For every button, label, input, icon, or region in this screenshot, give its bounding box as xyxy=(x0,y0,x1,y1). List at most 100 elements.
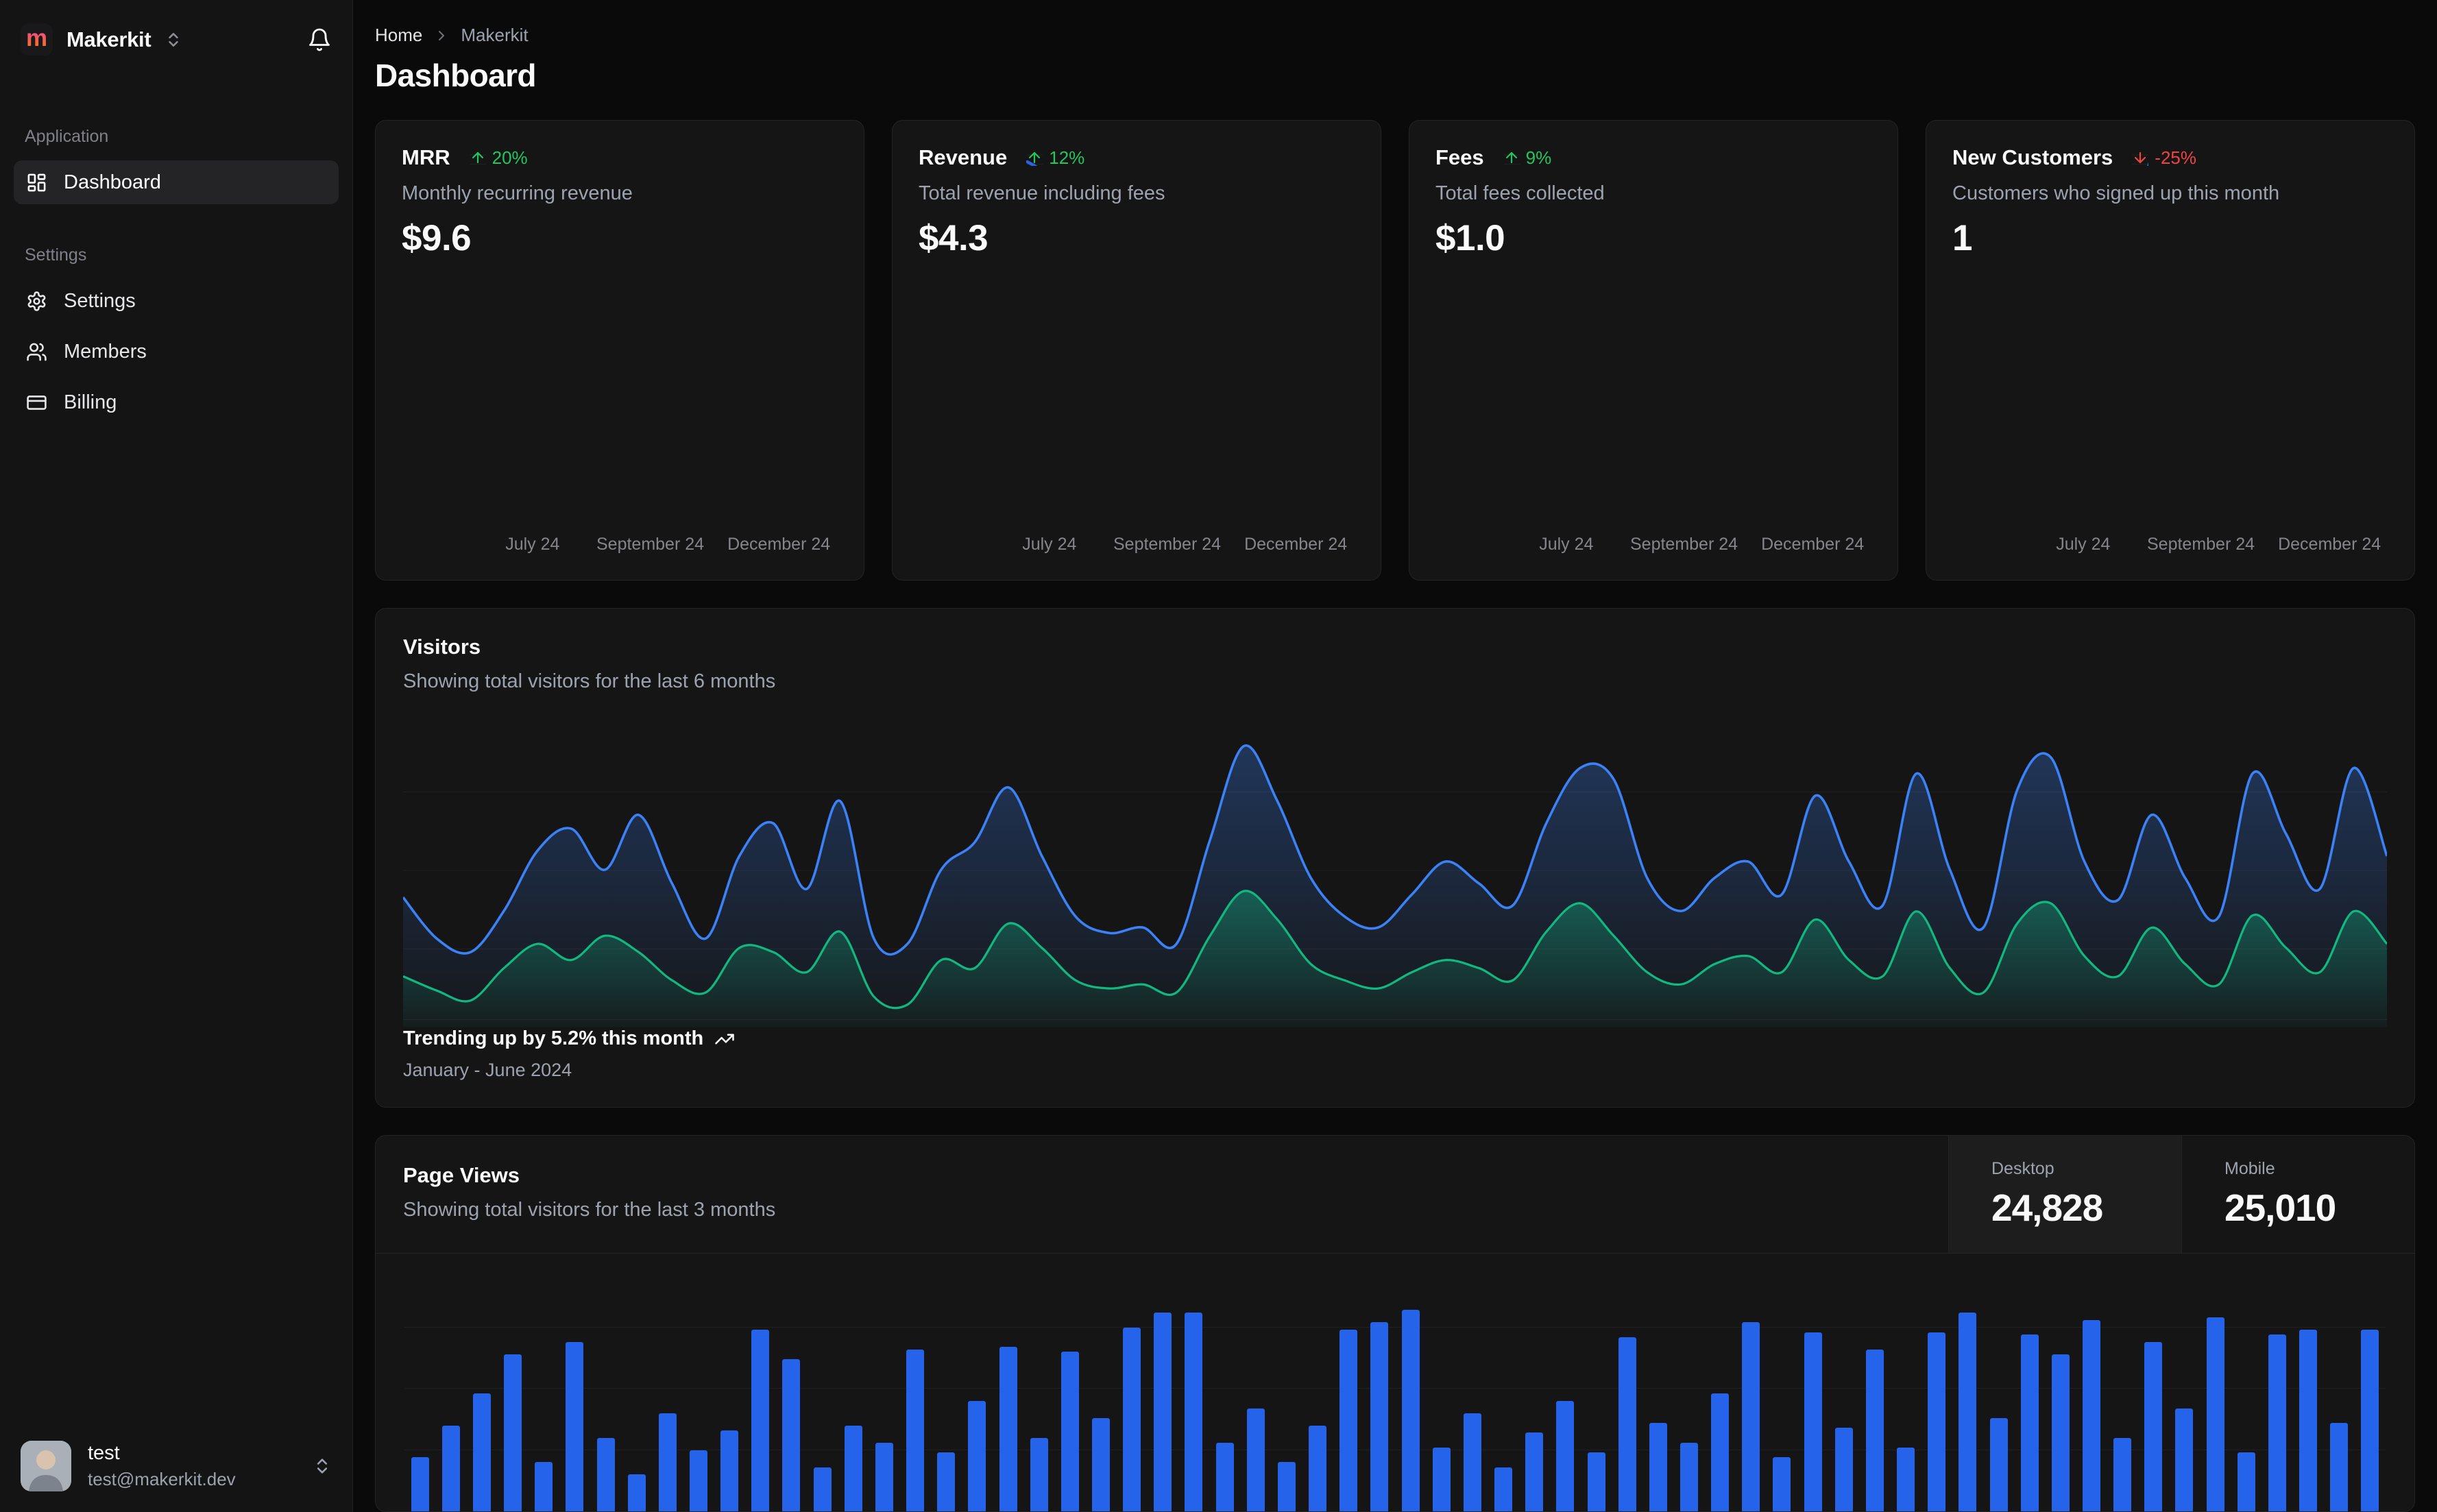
stat-delta-value: 9% xyxy=(1525,147,1552,168)
stat-delta-value: -25% xyxy=(2155,147,2196,168)
sparkline-x-label: December 24 xyxy=(727,535,831,554)
sidebar-item-dashboard[interactable]: Dashboard xyxy=(14,160,339,204)
bar xyxy=(937,1452,956,1511)
stat-sparkline-chart xyxy=(402,350,838,522)
bar xyxy=(968,1400,986,1511)
bar xyxy=(441,1425,460,1511)
breadcrumb: Home Makerkit xyxy=(375,25,2415,46)
bar xyxy=(2268,1334,2286,1511)
user-menu-chevrons-icon xyxy=(313,1456,332,1476)
sparkline-x-label: September 24 xyxy=(596,535,705,554)
bar xyxy=(1959,1313,1977,1511)
bar xyxy=(1680,1442,1698,1511)
bar xyxy=(2206,1317,2224,1511)
stat-sparkline-chart xyxy=(919,350,1355,522)
visitors-trend-text: Trending up by 5.2% this month xyxy=(403,1027,2387,1050)
sparkline-x-label: September 24 xyxy=(1629,535,1738,554)
app-logo: m xyxy=(21,23,53,56)
page-views-subtitle: Showing total visitors for the last 3 mo… xyxy=(403,1199,776,1221)
arrow-up-icon xyxy=(470,149,486,166)
breadcrumb-current-link[interactable]: Makerkit xyxy=(461,25,528,46)
stat-sparkline-chart xyxy=(1952,350,2388,522)
bar xyxy=(1215,1442,1234,1511)
notifications-bell-icon[interactable] xyxy=(307,27,332,52)
visitors-title: Visitors xyxy=(403,635,481,659)
arrow-down-icon xyxy=(2132,149,2148,166)
page-views-bar-chart xyxy=(404,1266,2386,1511)
bar xyxy=(1339,1330,1358,1511)
bar xyxy=(504,1354,522,1511)
bar xyxy=(1618,1337,1636,1511)
page-views-series-toggles: Desktop 24,828 Mobile 25,010 xyxy=(1948,1136,2414,1253)
bar xyxy=(658,1413,677,1511)
stat-card-title: Revenue xyxy=(919,145,1008,169)
sparkline-x-label: September 24 xyxy=(1113,535,1222,554)
bar xyxy=(2299,1330,2318,1511)
bar xyxy=(2237,1452,2255,1511)
sparkline-x-label: July 24 xyxy=(1539,535,1594,554)
workspace-selector-chevrons-icon[interactable] xyxy=(165,31,182,49)
toggle-label: Desktop xyxy=(1991,1159,2054,1178)
avatar xyxy=(21,1441,71,1491)
bar xyxy=(1092,1417,1111,1511)
arrow-up-icon xyxy=(1503,149,1520,166)
bar xyxy=(1154,1313,1172,1511)
bar xyxy=(1989,1417,2008,1511)
stat-card: Fees 9% Total fees collected $1.0 July 2… xyxy=(1409,120,1898,581)
bar xyxy=(1897,1447,1915,1511)
bar xyxy=(2175,1408,2194,1511)
bar xyxy=(1246,1408,1265,1511)
bar xyxy=(2113,1437,2132,1511)
sidebar-item-label: Members xyxy=(64,340,147,363)
stat-delta-value: 20% xyxy=(492,147,528,168)
stat-delta-badge: 12% xyxy=(1026,147,1084,169)
stat-card-subtitle: Customers who signed up this month xyxy=(1952,182,2280,204)
bar xyxy=(1401,1310,1420,1511)
sidebar-item-billing[interactable]: Billing xyxy=(14,380,339,424)
bar xyxy=(999,1347,1017,1511)
sparkline-x-label: December 24 xyxy=(1761,535,1865,554)
stat-card-value: $4.3 xyxy=(919,218,989,258)
toggle-label: Mobile xyxy=(2224,1159,2275,1178)
sidebar-item-label: Settings xyxy=(64,289,136,312)
visitors-date-range: January - June 2024 xyxy=(403,1060,572,1080)
bar xyxy=(1834,1428,1853,1511)
stat-card-subtitle: Total fees collected xyxy=(1435,182,1605,204)
bar xyxy=(2020,1334,2039,1511)
stat-card-value: $9.6 xyxy=(402,218,472,258)
user-email: test@makerkit.dev xyxy=(88,1469,236,1489)
stat-card-subtitle: Total revenue including fees xyxy=(919,182,1165,204)
sparkline-x-label: September 24 xyxy=(2146,535,2255,554)
nav-section: Application Dashboard xyxy=(14,127,339,204)
stat-card-subtitle: Monthly recurring revenue xyxy=(402,182,633,204)
stat-sparkline-chart xyxy=(1435,350,1871,522)
bar xyxy=(875,1442,893,1511)
layout-dashboard-icon xyxy=(26,172,47,193)
breadcrumb-home-link[interactable]: Home xyxy=(375,25,422,46)
bar xyxy=(1370,1322,1389,1511)
sparkline-x-axis-labels: July 24 September 24 December 24 xyxy=(1952,531,2388,559)
toggle-mobile[interactable]: Mobile 25,010 xyxy=(2181,1136,2414,1253)
credit-card-icon xyxy=(26,392,47,413)
bar xyxy=(751,1330,770,1511)
stat-card: MRR 20% Monthly recurring revenue $9.6 J… xyxy=(375,120,864,581)
visitors-card: Visitors Showing total visitors for the … xyxy=(375,608,2415,1108)
user-menu[interactable]: test test@makerkit.dev xyxy=(21,1441,332,1491)
sidebar-item-members[interactable]: Members xyxy=(14,330,339,374)
sparkline-x-label: July 24 xyxy=(1022,535,1077,554)
sparkline-x-label: July 24 xyxy=(505,535,560,554)
toggle-desktop[interactable]: Desktop 24,828 xyxy=(1948,1136,2181,1253)
nav-section-label: Application xyxy=(25,127,109,146)
bar xyxy=(1742,1322,1760,1511)
stat-card-title: MRR xyxy=(402,145,450,169)
visitors-area-chart xyxy=(403,714,2387,1027)
bar xyxy=(411,1457,429,1511)
bar xyxy=(1185,1313,1203,1511)
bar xyxy=(1587,1452,1605,1511)
toggle-value: 25,010 xyxy=(2224,1186,2336,1229)
stat-card-title: Fees xyxy=(1435,145,1484,169)
bar xyxy=(535,1462,553,1511)
sidebar-item-settings[interactable]: Settings xyxy=(14,279,339,323)
arrow-up-icon xyxy=(1026,149,1043,166)
stat-card: New Customers -25% Customers who signed … xyxy=(1926,120,2415,581)
